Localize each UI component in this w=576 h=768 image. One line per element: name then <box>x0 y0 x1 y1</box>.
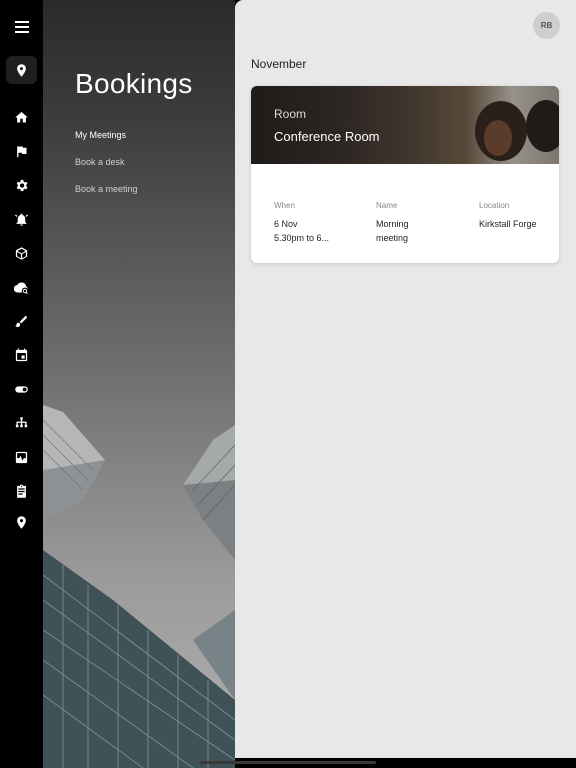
sub-nav-my-meetings[interactable]: My Meetings <box>75 130 138 157</box>
clipboard-icon[interactable] <box>6 477 37 505</box>
meeting-photo <box>251 86 559 164</box>
room-name: Conference Room <box>274 129 380 144</box>
skyscraper-image <box>43 405 235 768</box>
name-label: Name <box>376 201 398 210</box>
calendar-icon[interactable] <box>6 341 37 369</box>
month-heading: November <box>251 57 307 71</box>
sidebar-rail <box>0 0 43 768</box>
sitemap-icon[interactable] <box>6 409 37 437</box>
gear-icon[interactable] <box>6 171 37 199</box>
booking-details: When 6 Nov 5.30pm to 6... Name Morning m… <box>251 164 559 263</box>
alarm-icon[interactable] <box>6 205 37 233</box>
booking-card[interactable]: Room Conference Room When 6 Nov 5.30pm t… <box>251 86 559 263</box>
room-type-label: Room <box>274 107 307 121</box>
location-value: Kirkstall Forge <box>479 219 537 229</box>
flag-icon[interactable] <box>6 137 37 165</box>
box-icon[interactable] <box>6 239 37 267</box>
home-indicator[interactable] <box>200 761 376 764</box>
map-pin-icon[interactable] <box>6 508 37 536</box>
menu-icon[interactable] <box>6 13 37 41</box>
cloud-search-icon[interactable] <box>6 273 37 301</box>
report-icon[interactable] <box>6 443 37 471</box>
location-pin-icon[interactable] <box>6 56 37 84</box>
when-date: 6 Nov <box>274 219 298 229</box>
name-column: Name Morning meeting <box>376 201 409 245</box>
when-label: When <box>274 201 295 210</box>
avatar[interactable]: RB <box>533 12 560 39</box>
home-icon[interactable] <box>6 103 37 131</box>
when-column: When 6 Nov 5.30pm to 6... <box>274 201 329 245</box>
background-photo: Bookings My Meetings Book a desk Book a … <box>43 0 235 768</box>
toggle-icon[interactable] <box>6 375 37 403</box>
sub-nav-book-meeting[interactable]: Book a meeting <box>75 184 138 211</box>
page-title: Bookings <box>75 68 193 99</box>
sub-nav-book-desk[interactable]: Book a desk <box>75 157 138 184</box>
brush-icon[interactable] <box>6 307 37 335</box>
card-hero-image: Room Conference Room <box>251 86 559 164</box>
sub-navigation: My Meetings Book a desk Book a meeting <box>75 130 138 211</box>
main-content: RB November Room Conference Room When 6 … <box>235 0 576 758</box>
location-column: Location Kirkstall Forge <box>479 201 537 231</box>
meeting-name-line2: meeting <box>376 233 409 243</box>
meeting-name-line1: Morning <box>376 219 409 229</box>
when-time: 5.30pm to 6... <box>274 233 330 243</box>
location-label: Location <box>479 201 510 210</box>
